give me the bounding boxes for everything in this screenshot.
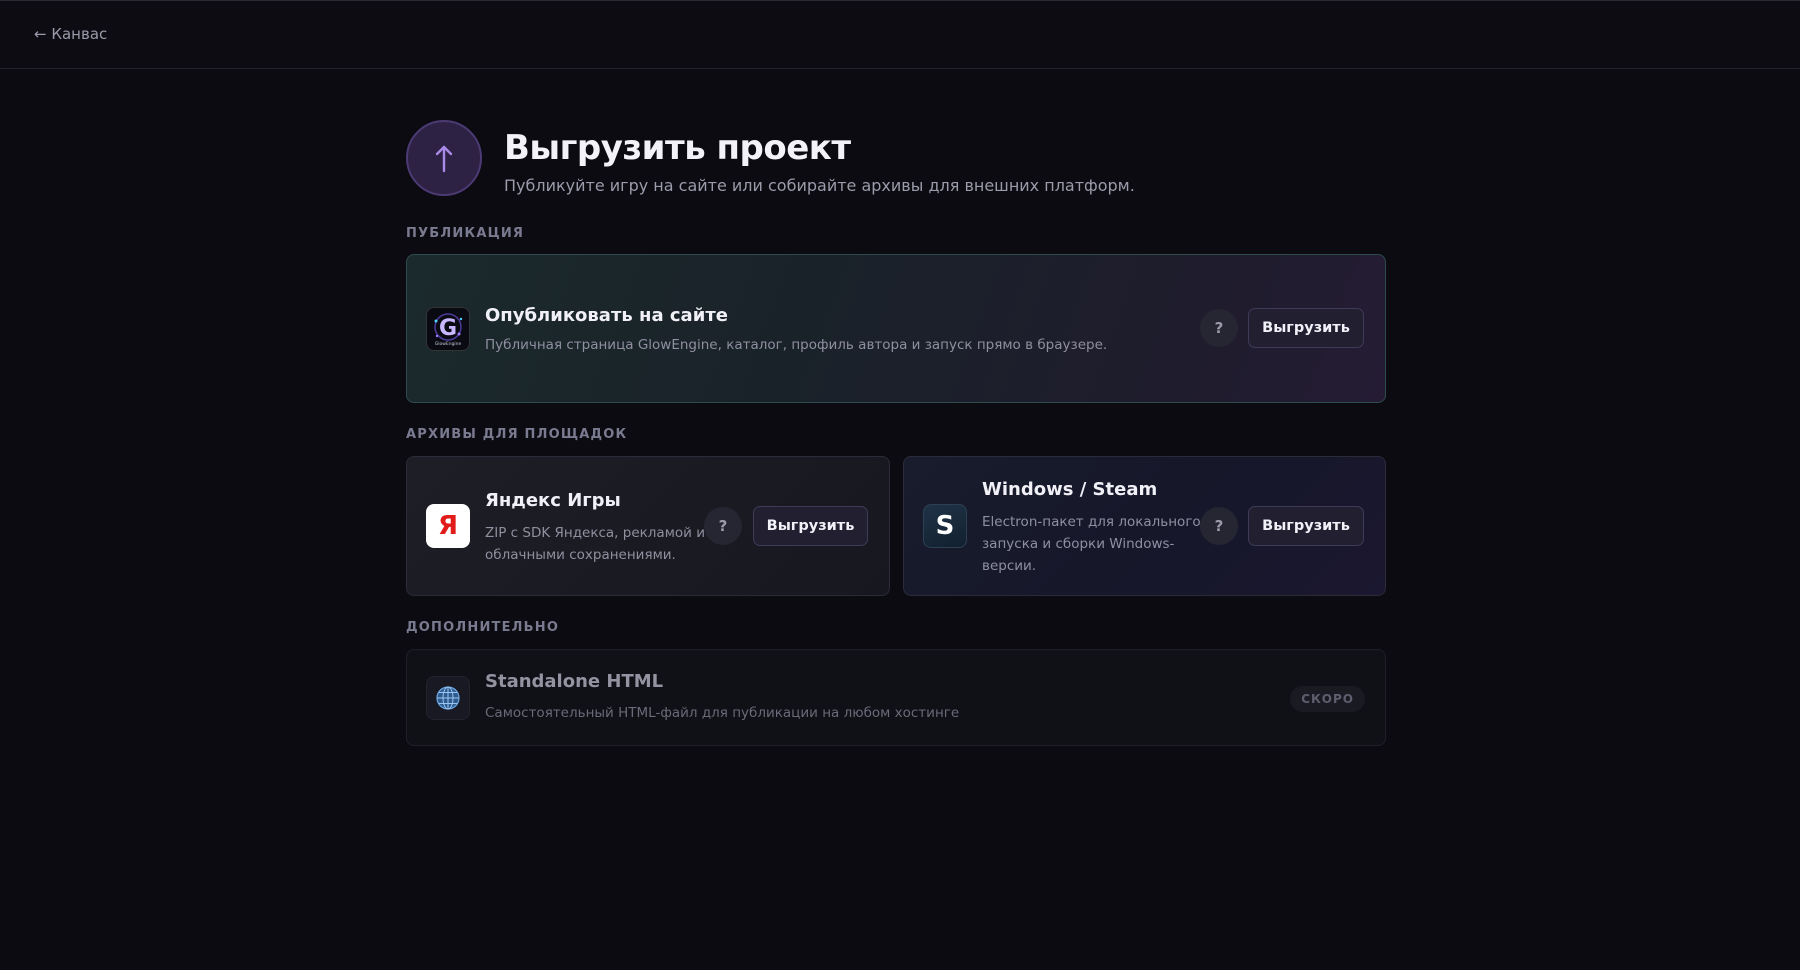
html-card-description: Самостоятельный HTML-файл для публикации… <box>485 705 960 721</box>
yandex-desc-line-2: облачными сохранениями. <box>485 547 676 563</box>
globe-icon <box>426 676 470 720</box>
top-bar: ← Канвас <box>0 0 1800 69</box>
svg-text:G: G <box>439 316 457 341</box>
page-title: Выгрузить проект <box>504 128 851 168</box>
steam-card-description: Electron-пакет для локального запуска и … <box>982 511 1201 577</box>
windows-steam-card: S Windows / Steam Electron-пакет для лок… <box>903 456 1386 596</box>
section-label-extra: ДОПОЛНИТЕЛЬНО <box>406 620 560 635</box>
yandex-card-description: ZIP с SDK Яндекса, рекламой и облачными … <box>485 522 705 566</box>
steam-help-button[interactable]: ? <box>1200 507 1238 545</box>
steam-logo-icon: S <box>923 504 967 548</box>
yandex-export-button[interactable]: Выгрузить <box>753 506 868 546</box>
steam-desc-line-2: запуска и сборки Windows- <box>982 536 1175 552</box>
back-link-label: ← Канвас <box>34 25 108 43</box>
publish-site-card: G GlowEngine Опубликовать на сайте Публи… <box>406 254 1386 403</box>
steam-desc-line-3: версии. <box>982 558 1037 574</box>
section-label-publication: ПУБЛИКАЦИЯ <box>406 226 525 241</box>
yandex-logo-icon: Я <box>426 504 470 548</box>
page-header: Выгрузить проект Публикуйте игру на сайт… <box>406 120 1386 200</box>
yandex-help-button[interactable]: ? <box>704 507 742 545</box>
steam-export-button[interactable]: Выгрузить <box>1248 506 1364 546</box>
html-card-title: Standalone HTML <box>485 671 664 692</box>
publish-export-button[interactable]: Выгрузить <box>1248 308 1364 348</box>
yandex-card-title: Яндекс Игры <box>485 490 621 511</box>
steam-desc-line-1: Electron-пакет для локального <box>982 514 1201 530</box>
glowengine-logo-text: GlowEngine <box>435 341 462 347</box>
arrow-up-icon <box>406 120 482 196</box>
back-to-canvas-link[interactable]: ← Канвас <box>34 25 107 43</box>
yandex-games-card: Я Яндекс Игры ZIP с SDK Яндекса, рекламо… <box>406 456 890 596</box>
glowengine-logo-icon: G GlowEngine <box>426 307 470 351</box>
page-subtitle: Публикуйте игру на сайте или собирайте а… <box>504 176 1135 195</box>
standalone-html-card: Standalone HTML Самостоятельный HTML-фай… <box>406 649 1386 746</box>
coming-soon-badge: СКОРО <box>1290 686 1365 712</box>
steam-card-title: Windows / Steam <box>982 479 1158 500</box>
yandex-desc-line-1: ZIP с SDK Яндекса, рекламой и <box>485 525 705 541</box>
publish-card-description: Публичная страница GlowEngine, каталог, … <box>485 337 1108 353</box>
section-label-archives: АРХИВЫ ДЛЯ ПЛОЩАДОК <box>406 427 628 442</box>
publish-help-button[interactable]: ? <box>1200 309 1238 347</box>
publish-card-title: Опубликовать на сайте <box>485 305 728 326</box>
